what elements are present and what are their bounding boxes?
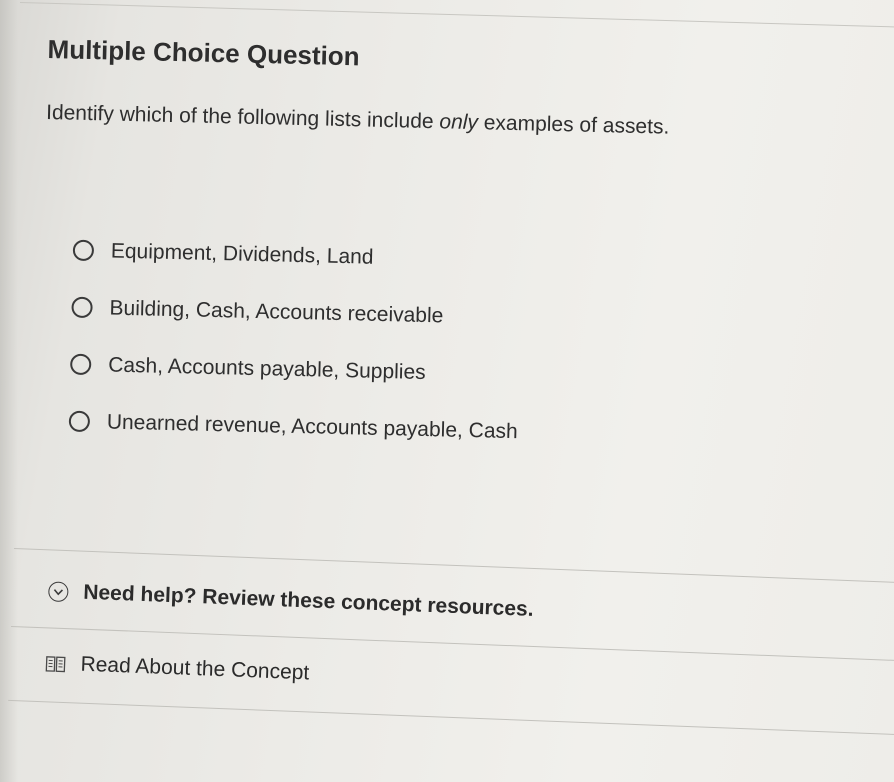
prompt-emphasis: only	[439, 110, 479, 135]
answer-options: Equipment, Dividends, Land Building, Cas…	[68, 222, 894, 469]
answer-option-label: Building, Cash, Accounts receivable	[109, 296, 444, 327]
question-prompt: Identify which of the following lists in…	[46, 101, 894, 145]
answer-option-label: Cash, Accounts payable, Supplies	[107, 353, 426, 384]
top-divider	[19, 2, 894, 28]
answer-option-label: Unearned revenue, Accounts payable, Cash	[106, 409, 518, 443]
prompt-text-start: Identify which of the following lists in…	[45, 100, 440, 134]
read-concept-label[interactable]: Read About the Concept	[80, 653, 310, 686]
chevron-down-icon	[53, 588, 64, 595]
question-page: Multiple Choice Question Identify which …	[0, 0, 894, 782]
question-card: Multiple Choice Question Identify which …	[38, 34, 894, 469]
radio-button[interactable]	[69, 353, 92, 376]
radio-button[interactable]	[68, 410, 91, 433]
help-title[interactable]: Need help? Review these concept resource…	[83, 581, 534, 622]
radio-button[interactable]	[72, 239, 95, 262]
question-heading: Multiple Choice Question	[47, 34, 360, 72]
help-panel: Need help? Review these concept resource…	[8, 548, 894, 742]
answer-option-label: Equipment, Dividends, Land	[110, 239, 374, 269]
help-toggle[interactable]: Need help? Review these concept resource…	[47, 579, 534, 622]
book-icon	[45, 655, 66, 673]
read-concept-link[interactable]: Read About the Concept	[45, 651, 310, 685]
prompt-text-end: examples of assets.	[477, 111, 670, 139]
help-panel-top-border	[13, 548, 894, 584]
help-panel-bottom-border	[8, 699, 894, 736]
radio-button[interactable]	[71, 296, 93, 319]
chevron-down-circle-icon[interactable]	[47, 581, 69, 603]
